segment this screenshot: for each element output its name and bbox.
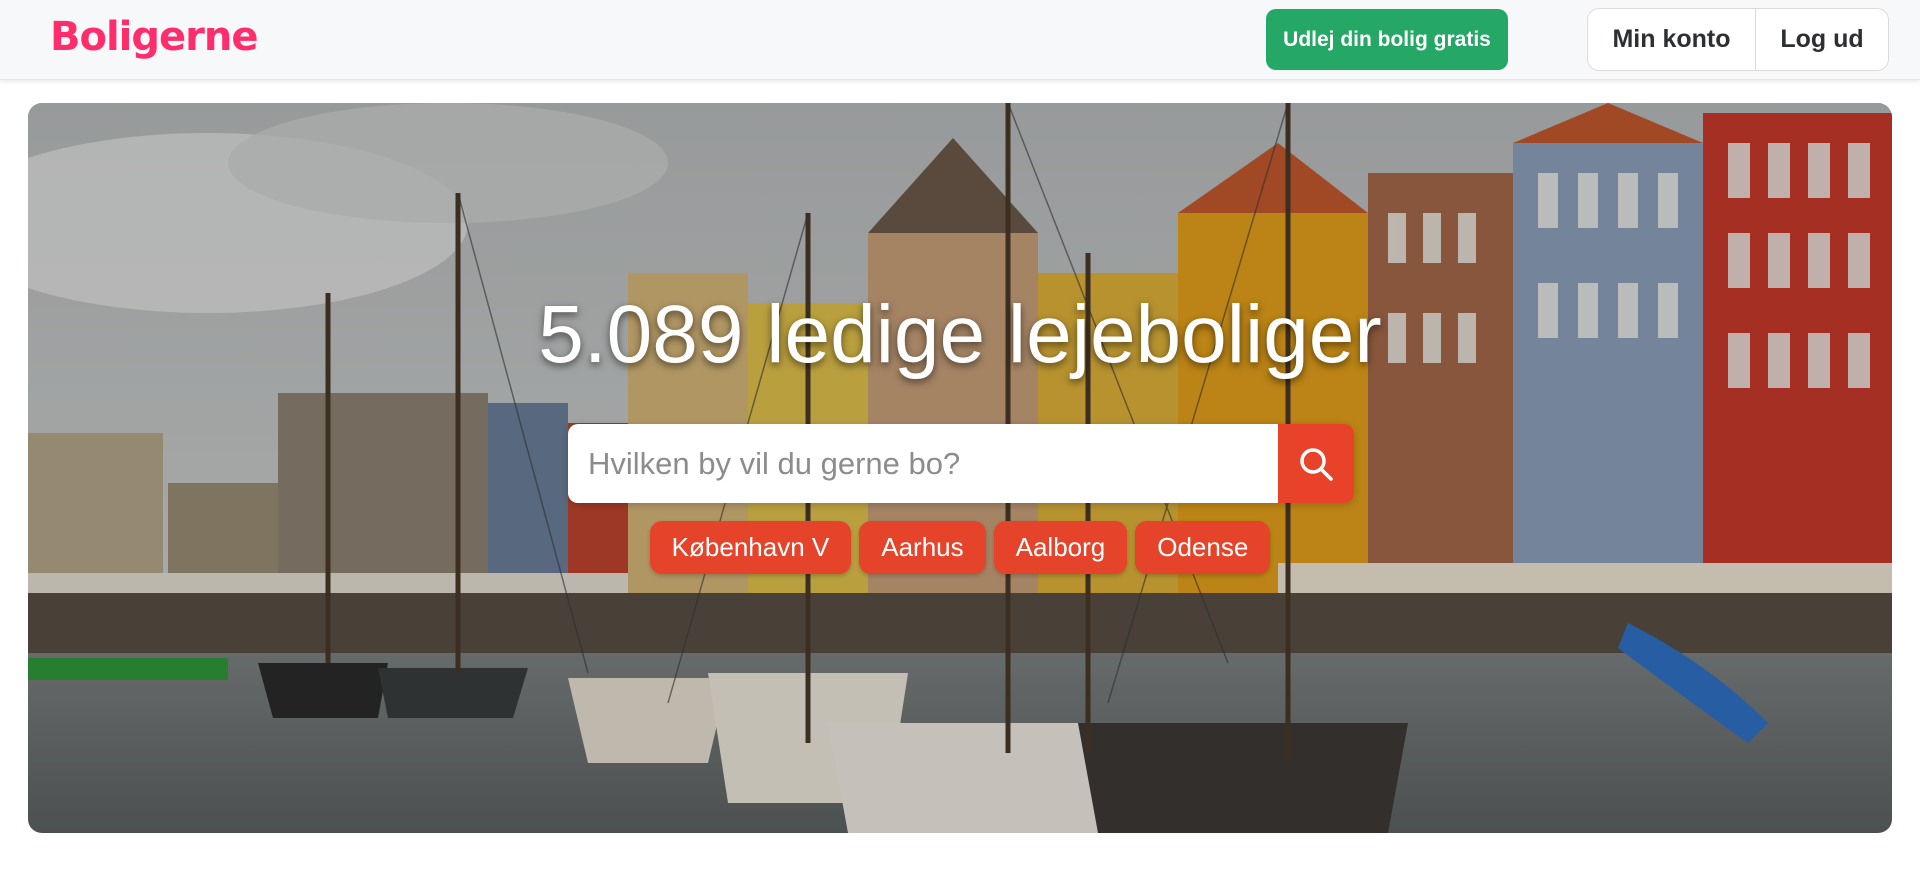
search-button[interactable] xyxy=(1278,424,1354,503)
city-search-input[interactable] xyxy=(568,424,1278,503)
hero-headline: 5.089 ledige lejeboliger xyxy=(538,289,1382,380)
city-search-bar xyxy=(568,424,1354,503)
city-chip-odense[interactable]: Odense xyxy=(1135,521,1271,574)
logo[interactable]: Boligerne xyxy=(50,14,258,60)
quick-city-links: København V Aarhus Aalborg Odense xyxy=(28,521,1892,574)
search-icon xyxy=(1300,447,1333,481)
account-button-group: Min konto Log ud xyxy=(1587,8,1889,71)
logout-button[interactable]: Log ud xyxy=(1756,9,1888,70)
city-chip-aarhus[interactable]: Aarhus xyxy=(859,521,986,574)
hero-section: 5.089 ledige lejeboliger København V Aar… xyxy=(28,103,1892,833)
city-chip-aalborg[interactable]: Aalborg xyxy=(993,521,1128,574)
my-account-button[interactable]: Min konto xyxy=(1588,9,1756,70)
list-home-free-button[interactable]: Udlej din bolig gratis xyxy=(1266,9,1508,70)
city-chip-kobenhavn-v[interactable]: København V xyxy=(649,521,852,574)
site-header: Boligerne Udlej din bolig gratis Min kon… xyxy=(0,0,1920,80)
